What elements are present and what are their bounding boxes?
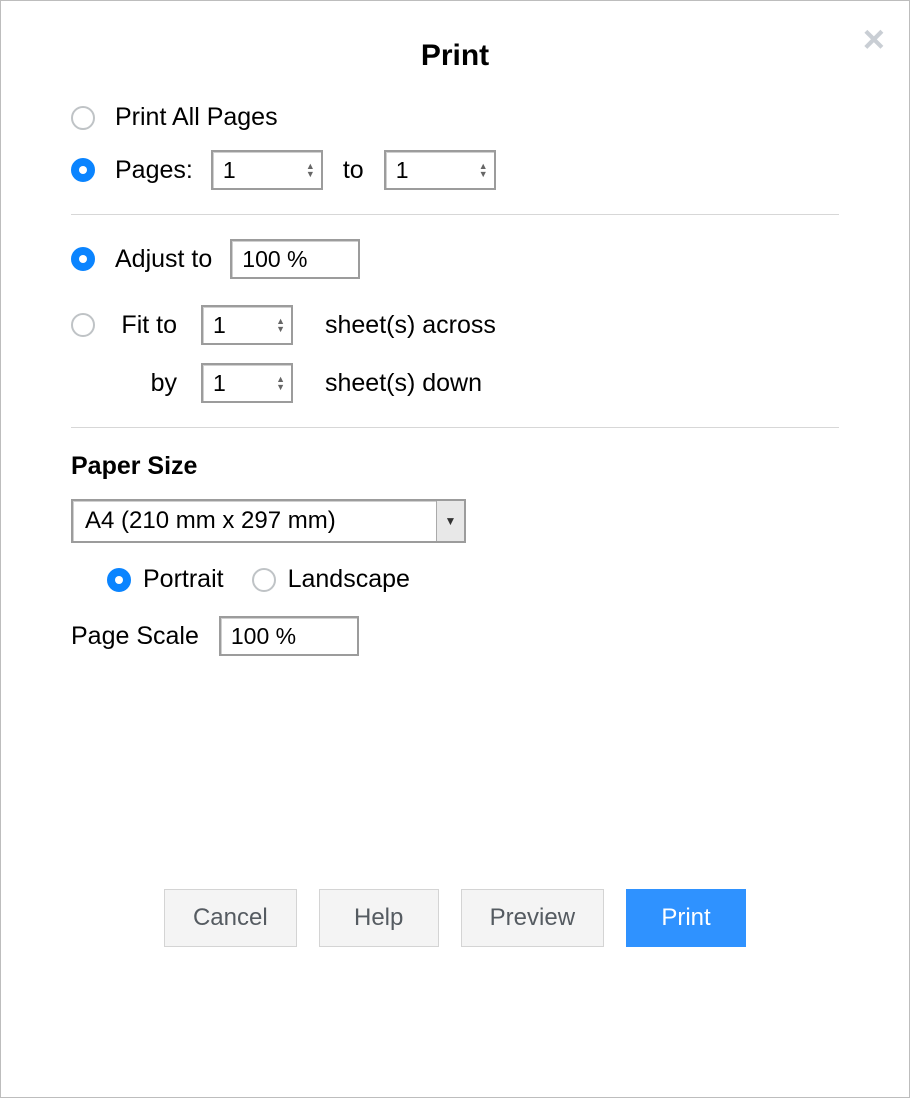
radio-landscape[interactable] (252, 568, 276, 592)
orientation-group: Portrait Landscape (107, 565, 839, 594)
sheets-across-label: sheet(s) across (305, 311, 839, 340)
scale-section: Adjust to 100 % Fit to 1 ▲▼ sheet(s) acr… (1, 239, 909, 403)
stepper-icon[interactable]: ▲▼ (276, 317, 285, 333)
radio-portrait[interactable] (107, 568, 131, 592)
print-dialog: × Print Print All Pages Pages: 1 ▲▼ to 1… (0, 0, 910, 1098)
help-button[interactable]: Help (319, 889, 439, 947)
by-label: by (115, 369, 195, 398)
page-scale-value: 100 % (231, 623, 296, 650)
preview-button[interactable]: Preview (461, 889, 604, 947)
to-label: to (343, 156, 364, 185)
page-from-input[interactable]: 1 ▲▼ (211, 150, 323, 190)
fit-to-label: Fit to (115, 311, 195, 340)
radio-page-range[interactable] (71, 158, 95, 182)
portrait-label: Portrait (143, 565, 224, 594)
paper-section: Paper Size A4 (210 mm x 297 mm) ▼ Portra… (1, 452, 909, 656)
sheets-down-label: sheet(s) down (305, 369, 839, 398)
radio-adjust-to[interactable] (71, 247, 95, 271)
page-from-value: 1 (223, 157, 236, 184)
landscape-label: Landscape (288, 565, 410, 594)
paper-size-value: A4 (210 mm x 297 mm) (85, 507, 336, 535)
page-scale-label: Page Scale (71, 622, 199, 651)
sheets-down-input[interactable]: 1 ▲▼ (201, 363, 293, 403)
adjust-to-label: Adjust to (115, 245, 212, 274)
all-pages-label: Print All Pages (115, 103, 278, 132)
radio-fit-to[interactable] (71, 313, 95, 337)
adjust-percent-input[interactable]: 100 % (230, 239, 360, 279)
stepper-icon[interactable]: ▲▼ (479, 162, 488, 178)
page-to-input[interactable]: 1 ▲▼ (384, 150, 496, 190)
close-icon[interactable]: × (863, 21, 885, 59)
paper-size-heading: Paper Size (71, 452, 839, 481)
page-scale-input[interactable]: 100 % (219, 616, 359, 656)
print-button[interactable]: Print (626, 889, 746, 947)
sheets-down-value: 1 (213, 370, 226, 397)
divider (71, 427, 839, 428)
pages-label: Pages: (115, 156, 193, 185)
pages-section: Print All Pages Pages: 1 ▲▼ to 1 ▲▼ (1, 103, 909, 190)
chevron-down-icon: ▼ (436, 501, 464, 541)
adjust-percent-value: 100 % (242, 246, 307, 273)
radio-all-pages[interactable] (71, 106, 95, 130)
cancel-button[interactable]: Cancel (164, 889, 297, 947)
divider (71, 214, 839, 215)
sheets-across-input[interactable]: 1 ▲▼ (201, 305, 293, 345)
stepper-icon[interactable]: ▲▼ (306, 162, 315, 178)
dialog-title: Print (1, 39, 909, 73)
stepper-icon[interactable]: ▲▼ (276, 375, 285, 391)
page-to-value: 1 (396, 157, 409, 184)
button-bar: Cancel Help Preview Print (1, 889, 909, 947)
paper-size-select[interactable]: A4 (210 mm x 297 mm) ▼ (71, 499, 466, 543)
sheets-across-value: 1 (213, 312, 226, 339)
